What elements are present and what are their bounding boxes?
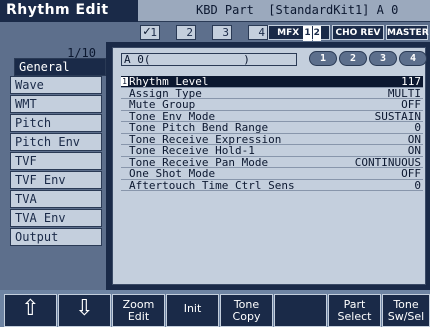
sidebar-item-tva-env[interactable]: TVA Env — [10, 209, 102, 227]
sidebar-item-output[interactable]: Output — [10, 228, 102, 246]
param-value: OFF — [401, 167, 421, 180]
param-panel: A 0( ) 1 2 3 4 1 Rhythm Level 117 Assign… — [112, 47, 427, 285]
param-name: One Shot Mode — [129, 167, 216, 180]
param-value: OFF — [401, 98, 421, 111]
param-value: 117 — [401, 75, 421, 88]
title-bar: Rhythm Edit KBD Part [StandardKit1] A 0 — [0, 0, 430, 22]
check-icon: ✓ — [143, 24, 151, 39]
tone-3-button[interactable]: 3 — [369, 51, 397, 66]
part-2-toggle[interactable]: 2 — [176, 25, 196, 40]
sidebar: 1/10 General Wave WMT Pitch Pitch Env TV… — [0, 42, 106, 290]
empty-function-button[interactable] — [274, 294, 327, 327]
param-row-one-shot-mode[interactable]: One Shot Mode OFF — [121, 168, 423, 180]
part-select-button[interactable]: Part Select — [328, 294, 381, 327]
parameter-list: 1 Rhythm Level 117 Assign Type MULTI Mut… — [121, 76, 423, 191]
param-row-rhythm-level[interactable]: 1 Rhythm Level 117 — [121, 76, 423, 88]
tone-1-button[interactable]: 1 — [309, 51, 337, 66]
tone-name-field[interactable]: A 0( ) — [121, 53, 297, 66]
param-name: Tone Pitch Bend Range — [129, 121, 269, 134]
sidebar-item-pitch-env[interactable]: Pitch Env — [10, 133, 102, 151]
part-3-toggle[interactable]: 3 — [212, 25, 232, 40]
init-button[interactable]: Init — [166, 294, 219, 327]
tone-4-button[interactable]: 4 — [399, 51, 427, 66]
param-name: Aftertouch Time Ctrl Sens — [129, 178, 295, 192]
part-1-toggle[interactable]: ✓ 1 — [140, 25, 160, 40]
part-info: KBD Part [StandardKit1] A 0 — [196, 3, 399, 17]
zoom-edit-button[interactable]: Zoom Edit — [112, 294, 165, 327]
sidebar-item-tva[interactable]: TVA — [10, 190, 102, 208]
param-value: 0 — [414, 178, 421, 192]
tone-sw-sel-button[interactable]: Tone Sw/Sel — [382, 294, 430, 327]
tone-index-badge: 1 — [121, 77, 128, 86]
sidebar-item-wmt[interactable]: WMT — [10, 95, 102, 113]
part-4-toggle[interactable]: 4 — [248, 25, 268, 40]
cho-rev-indicator[interactable]: CHO REV — [332, 25, 384, 40]
param-value: 0 — [414, 121, 421, 134]
sidebar-item-general[interactable]: General — [14, 58, 106, 76]
cursor-down-button[interactable]: ⇩ — [58, 294, 111, 327]
tone-copy-button[interactable]: Tone Copy — [220, 294, 273, 327]
mfx-indicator[interactable]: MFX 12 — [268, 25, 330, 41]
sidebar-item-tvf-env[interactable]: TVF Env — [10, 171, 102, 189]
screen-title: Rhythm Edit — [0, 0, 138, 22]
param-name: Tone Receive Hold-1 — [129, 144, 255, 157]
param-row-aftertouch-sens[interactable]: Aftertouch Time Ctrl Sens 0 — [121, 178, 423, 192]
param-row-pitch-bend-range[interactable]: Tone Pitch Bend Range 0 — [121, 122, 423, 134]
sidebar-item-pitch[interactable]: Pitch — [10, 114, 102, 132]
param-name: Rhythm Level — [129, 75, 209, 88]
tone-2-button[interactable]: 2 — [339, 51, 367, 66]
master-indicator[interactable]: MASTER — [386, 25, 429, 40]
param-name: Mute Group — [129, 98, 196, 111]
sidebar-item-tvf[interactable]: TVF — [10, 152, 102, 170]
sidebar-item-wave[interactable]: Wave — [10, 76, 102, 94]
param-row-mute-group[interactable]: Mute Group OFF — [121, 99, 423, 111]
up-arrow-icon: ⇧ — [21, 296, 40, 321]
status-bar: ✓ 1 2 3 4 MFX 12 CHO REV MASTER — [0, 22, 430, 42]
param-value: ON — [407, 144, 421, 157]
main-panel: A 0( ) 1 2 3 4 1 Rhythm Level 117 Assign… — [106, 42, 430, 290]
function-bar: ⇧ ⇩ Zoom Edit Init Tone Copy Part Select… — [0, 290, 430, 327]
down-arrow-icon: ⇩ — [75, 296, 94, 321]
param-row-receive-hold[interactable]: Tone Receive Hold-1 ON — [121, 145, 423, 157]
cursor-up-button[interactable]: ⇧ — [4, 294, 57, 327]
